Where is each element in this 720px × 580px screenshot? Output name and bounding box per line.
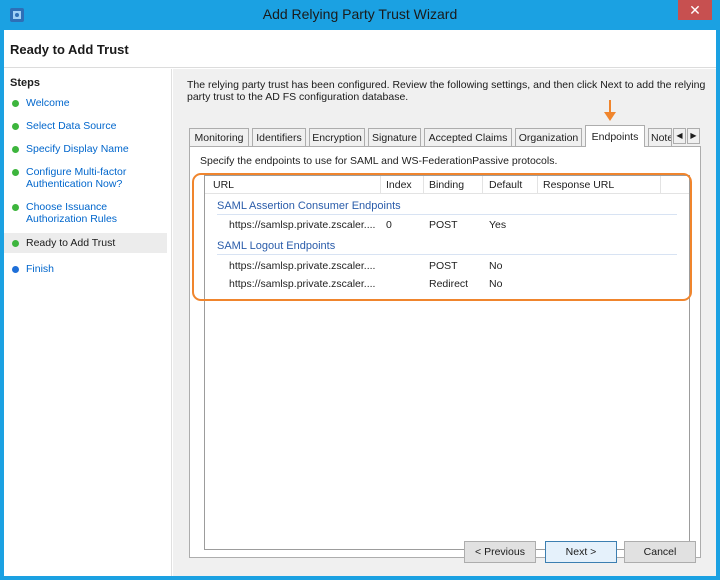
steps-pane: Steps Welcome Select Data Source Specify… [4,69,172,576]
tab-label: Accepted Claims [428,132,508,144]
column-header-index[interactable]: Index [386,179,412,193]
wizard-header: Ready to Add Trust [4,30,716,68]
window-title: Add Relying Party Trust Wizard [262,6,458,22]
column-header-url[interactable]: URL [213,179,234,193]
chevron-left-icon: ◀ [676,131,683,140]
step-select-data-source[interactable]: Select Data Source [4,120,167,132]
tab-identifiers[interactable]: Identifiers [252,128,306,147]
steps-title: Steps [10,77,40,89]
step-pending-icon [12,266,19,273]
step-complete-icon [12,204,19,211]
endpoints-tab-panel: Specify the endpoints to use for SAML an… [189,146,701,558]
tab-scroll-right-button[interactable]: ▶ [687,128,700,144]
cell-url: https://samlsp.private.zscaler.... [229,278,376,290]
cancel-button[interactable]: Cancel [624,541,696,563]
next-button[interactable]: Next > [545,541,617,563]
cell-url: https://samlsp.private.zscaler.... [229,219,376,231]
title-bar[interactable]: Add Relying Party Trust Wizard ✕ [0,0,720,30]
intro-text: The relying party trust has been configu… [187,79,706,103]
tab-monitoring[interactable]: Monitoring [189,128,249,147]
page-title: Ready to Add Trust [10,42,129,57]
column-divider[interactable] [380,176,381,193]
tab-signature[interactable]: Signature [368,128,421,147]
step-specify-display-name[interactable]: Specify Display Name [4,143,167,155]
tab-encryption[interactable]: Encryption [309,128,365,147]
endpoints-description: Specify the endpoints to use for SAML an… [200,155,558,167]
step-ready-to-add-trust[interactable]: Ready to Add Trust [4,233,167,253]
tab-scroll-left-button[interactable]: ◀ [673,128,686,144]
step-finish[interactable]: Finish [4,263,167,275]
column-divider[interactable] [660,176,661,193]
step-complete-icon [12,100,19,107]
step-label: Configure Multi-factor Authentication No… [26,166,127,190]
group-header-logout: SAML Logout Endpoints [217,240,336,252]
tab-label: Monitoring [194,132,244,144]
group-header-assertion-consumer: SAML Assertion Consumer Endpoints [217,200,401,212]
cell-default: Yes [489,219,507,231]
tab-accepted-claims[interactable]: Accepted Claims [424,128,512,147]
tab-label: Encryption [312,132,362,144]
step-label: Select Data Source [26,120,117,132]
step-label: Ready to Add Trust [26,237,116,249]
chevron-right-icon: ▶ [690,131,697,140]
close-icon: ✕ [689,2,701,18]
wizard-window: Add Relying Party Trust Wizard ✕ Ready t… [0,0,720,580]
tab-label: Signature [372,132,417,144]
group-divider [217,254,677,255]
column-header-default[interactable]: Default [489,179,522,193]
tab-organization[interactable]: Organization [515,128,582,147]
step-welcome[interactable]: Welcome [4,97,167,109]
column-divider[interactable] [482,176,483,193]
cell-default: No [489,260,503,272]
column-header-response-url[interactable]: Response URL [543,179,614,193]
endpoints-list[interactable]: URL Index Binding Default Response URL S… [204,175,690,550]
step-label: Welcome [26,97,70,109]
step-complete-icon [12,146,19,153]
tab-strip: Monitoring Identifiers Encryption Signat… [189,125,701,147]
tab-endpoints[interactable]: Endpoints [585,125,645,147]
cell-binding: POST [429,219,458,231]
tab-label: Endpoints [591,131,639,143]
step-complete-icon [12,169,19,176]
column-divider[interactable] [537,176,538,193]
step-label: Specify Display Name [26,143,129,155]
arrow-down-icon [604,100,616,122]
main-pane: The relying party trust has been configu… [173,69,716,576]
step-configure-mfa[interactable]: Configure Multi-factor Authentication No… [4,166,167,190]
cell-url: https://samlsp.private.zscaler.... [229,260,376,272]
group-divider [217,214,677,215]
column-divider[interactable] [423,176,424,193]
tab-notes[interactable]: Note [648,128,672,147]
cell-default: No [489,278,503,290]
close-button[interactable]: ✕ [678,0,712,20]
previous-button[interactable]: < Previous [464,541,536,563]
step-issuance-authorization[interactable]: Choose Issuance Authorization Rules [4,201,167,225]
cell-index: 0 [386,219,392,231]
cell-binding: POST [429,260,458,272]
step-label: Choose Issuance Authorization Rules [26,201,118,225]
step-current-icon [12,240,19,247]
endpoints-list-header: URL Index Binding Default Response URL [205,176,689,194]
step-complete-icon [12,123,19,130]
column-header-binding[interactable]: Binding [429,179,464,193]
cell-binding: Redirect [429,278,469,290]
step-label: Finish [26,263,55,275]
tab-label: Organization [518,132,579,144]
tab-label: Identifiers [256,132,302,144]
tab-label: Note [651,132,672,144]
